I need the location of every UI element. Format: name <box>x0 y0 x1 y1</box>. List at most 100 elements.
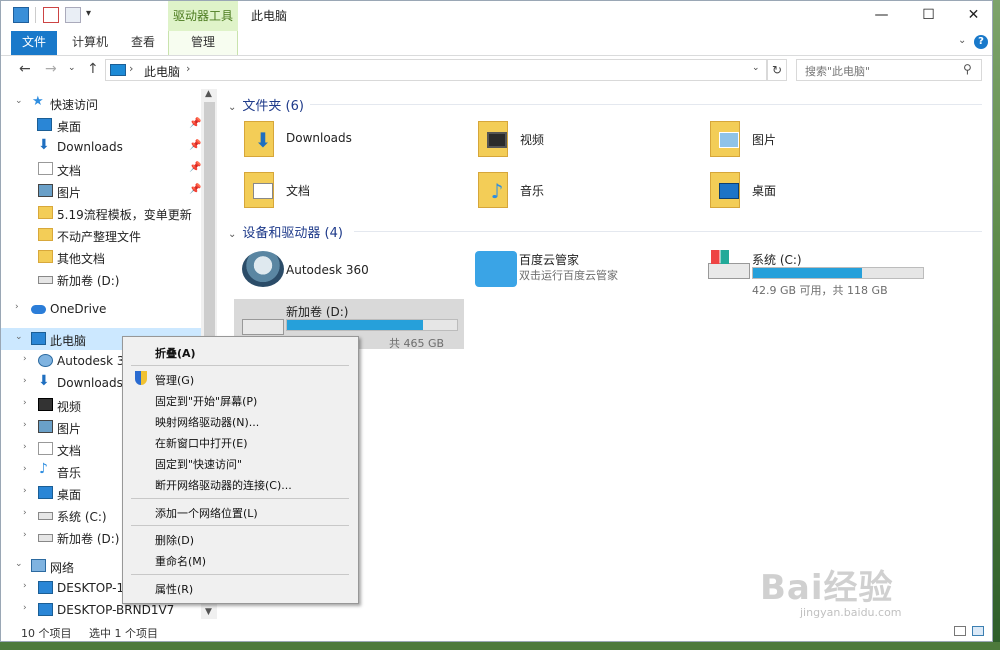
chevron-down-icon[interactable]: ⌄ <box>228 229 236 240</box>
recent-locations-dropdown-icon[interactable]: ⌄ <box>68 63 76 73</box>
folder-tile-pictures[interactable]: 图片 <box>700 117 930 163</box>
nav-item-pictures[interactable]: 图片 📌 <box>1 180 201 202</box>
folder-tile-music[interactable]: ♪ 音乐 <box>468 168 698 214</box>
chevron-down-icon[interactable]: ⌄ <box>228 102 236 113</box>
chevron-down-icon[interactable]: ⌄ <box>15 332 23 342</box>
menu-item-delete[interactable]: 删除(D) <box>125 528 356 549</box>
nav-item-desktop[interactable]: 桌面 📌 <box>1 114 201 136</box>
chevron-down-icon[interactable]: ⌄ <box>958 35 966 46</box>
menu-item-pin-quick-access[interactable]: 固定到"快速访问" <box>125 452 356 473</box>
chevron-right-icon[interactable]: › <box>23 530 27 540</box>
menu-item-manage[interactable]: 管理(G) <box>125 368 356 389</box>
breadcrumb-chevron-icon[interactable]: › <box>186 62 190 75</box>
download-icon: ⬇ <box>254 128 272 152</box>
tiles-view-icon[interactable] <box>972 626 984 636</box>
chevron-right-icon[interactable]: › <box>23 354 27 364</box>
folder-tile-downloads[interactable]: ⬇ Downloads <box>234 117 464 163</box>
device-subtitle: 双击运行百度云管家 <box>519 269 618 282</box>
pin-icon: 📌 <box>189 162 202 173</box>
chevron-down-icon[interactable]: ⌄ <box>15 96 23 106</box>
breadcrumb-chevron-icon[interactable]: › <box>129 62 133 75</box>
chevron-right-icon[interactable]: › <box>15 302 19 312</box>
nav-item-onedrive[interactable]: › OneDrive <box>1 298 201 320</box>
up-arrow-icon[interactable]: ↑ <box>87 61 99 77</box>
device-tile-autodesk[interactable]: Autodesk 360 <box>234 245 464 295</box>
tab-view[interactable]: 查看 <box>121 31 165 55</box>
nav-item-documents[interactable]: 文档 📌 <box>1 158 201 180</box>
group-header-devices[interactable]: ⌄ 设备和驱动器 (4) <box>228 222 343 241</box>
nav-item-label: 不动产整理文件 <box>57 230 142 244</box>
toolbar-separator <box>35 7 36 23</box>
nav-scrollbar-thumb[interactable] <box>204 102 215 352</box>
minimize-button[interactable]: — <box>859 1 904 31</box>
folder-icon <box>38 250 53 263</box>
menu-item-properties[interactable]: 属性(R) <box>125 577 356 598</box>
nav-item-downloads[interactable]: ⬇ Downloads 📌 <box>1 136 201 158</box>
forward-arrow-icon[interactable]: → <box>45 61 57 77</box>
maximize-button[interactable]: ☐ <box>906 1 951 31</box>
nav-item-label: 系统 (C:) <box>57 510 107 524</box>
chevron-right-icon[interactable]: › <box>23 376 27 386</box>
device-tile-baidu[interactable]: 百度云管家 双击运行百度云管家 <box>467 245 697 295</box>
search-box[interactable]: ⚲ <box>796 59 982 81</box>
address-bar[interactable]: › 此电脑 › ⌄ <box>105 59 767 81</box>
desktop-icon <box>37 118 52 131</box>
details-view-icon[interactable] <box>954 626 966 636</box>
nav-item-folder[interactable]: 其他文档 <box>1 246 201 268</box>
close-button[interactable]: ✕ <box>951 1 992 31</box>
properties-icon[interactable] <box>43 7 59 23</box>
pc-icon[interactable] <box>13 7 29 23</box>
tab-manage[interactable]: 管理 <box>168 31 238 55</box>
device-tile-drive-c[interactable]: 系统 (C:) 42.9 GB 可用，共 118 GB <box>700 245 930 297</box>
windows-logo-icon <box>711 250 729 264</box>
menu-item-map-drive[interactable]: 映射网络驱动器(N)... <box>125 410 356 431</box>
group-header-folders[interactable]: ⌄ 文件夹 (6) <box>228 95 304 114</box>
nav-item-drive-d[interactable]: 新加卷 (D:) <box>1 268 201 290</box>
chevron-right-icon[interactable]: › <box>23 398 27 408</box>
chevron-right-icon[interactable]: › <box>23 603 27 613</box>
folder-tile-documents[interactable]: 文档 <box>234 168 464 214</box>
back-arrow-icon[interactable]: ← <box>19 61 31 77</box>
nav-item-folder[interactable]: 不动产整理文件 <box>1 224 201 246</box>
refresh-icon[interactable]: ↻ <box>767 59 787 81</box>
folder-label: 视频 <box>520 133 545 147</box>
address-dropdown-icon[interactable]: ⌄ <box>752 63 760 73</box>
chevron-down-icon[interactable]: ⌄ <box>15 559 23 569</box>
shield-icon <box>135 371 147 385</box>
folder-tile-videos[interactable]: 视频 <box>468 117 698 163</box>
folder-label: 桌面 <box>752 184 777 198</box>
chevron-right-icon[interactable]: › <box>23 486 27 496</box>
search-input[interactable] <box>803 62 957 80</box>
drive-usage-bar <box>752 267 924 279</box>
folder-icon <box>38 228 53 241</box>
menu-item-add-network-location[interactable]: 添加一个网络位置(L) <box>125 501 356 522</box>
breadcrumb[interactable]: 此电脑 <box>144 63 180 80</box>
menu-item-pin-start[interactable]: 固定到"开始"屏幕(P) <box>125 389 356 410</box>
nav-item-folder[interactable]: 5.19流程模板，变单更新 <box>1 202 201 224</box>
folder-icon <box>478 121 508 157</box>
chevron-right-icon[interactable]: › <box>23 508 27 518</box>
title-bar: ▾ 驱动器工具 此电脑 — ☐ ✕ <box>1 1 992 31</box>
menu-item-collapse[interactable]: 折叠(A) <box>125 341 356 362</box>
menu-item-disconnect-drive[interactable]: 断开网络驱动器的连接(C)... <box>125 473 356 494</box>
tab-file[interactable]: 文件 <box>11 31 57 55</box>
item-count: 10 个项目 <box>21 627 72 640</box>
nav-item-quick-access[interactable]: ⌄ ★ 快速访问 <box>1 92 201 114</box>
menu-item-label: 折叠(A) <box>155 347 196 360</box>
tab-computer[interactable]: 计算机 <box>63 31 117 55</box>
menu-item-rename[interactable]: 重命名(M) <box>125 549 356 570</box>
chevron-right-icon[interactable]: › <box>23 420 27 430</box>
help-icon[interactable]: ? <box>974 35 988 49</box>
scroll-up-icon[interactable]: ▲ <box>205 89 212 99</box>
chevron-right-icon[interactable]: › <box>23 581 27 591</box>
pin-icon: 📌 <box>189 184 202 195</box>
chevron-right-icon[interactable]: › <box>23 442 27 452</box>
menu-item-open-new-window[interactable]: 在新窗口中打开(E) <box>125 431 356 452</box>
search-icon[interactable]: ⚲ <box>963 62 972 76</box>
quick-access-dropdown-icon[interactable]: ▾ <box>86 8 91 19</box>
chevron-right-icon[interactable]: › <box>23 464 27 474</box>
new-folder-icon[interactable] <box>65 7 81 23</box>
folder-tile-desktop[interactable]: 桌面 <box>700 168 930 214</box>
group-header-label: 设备和驱动器 (4) <box>242 226 343 241</box>
scroll-down-icon[interactable]: ▼ <box>205 607 212 617</box>
